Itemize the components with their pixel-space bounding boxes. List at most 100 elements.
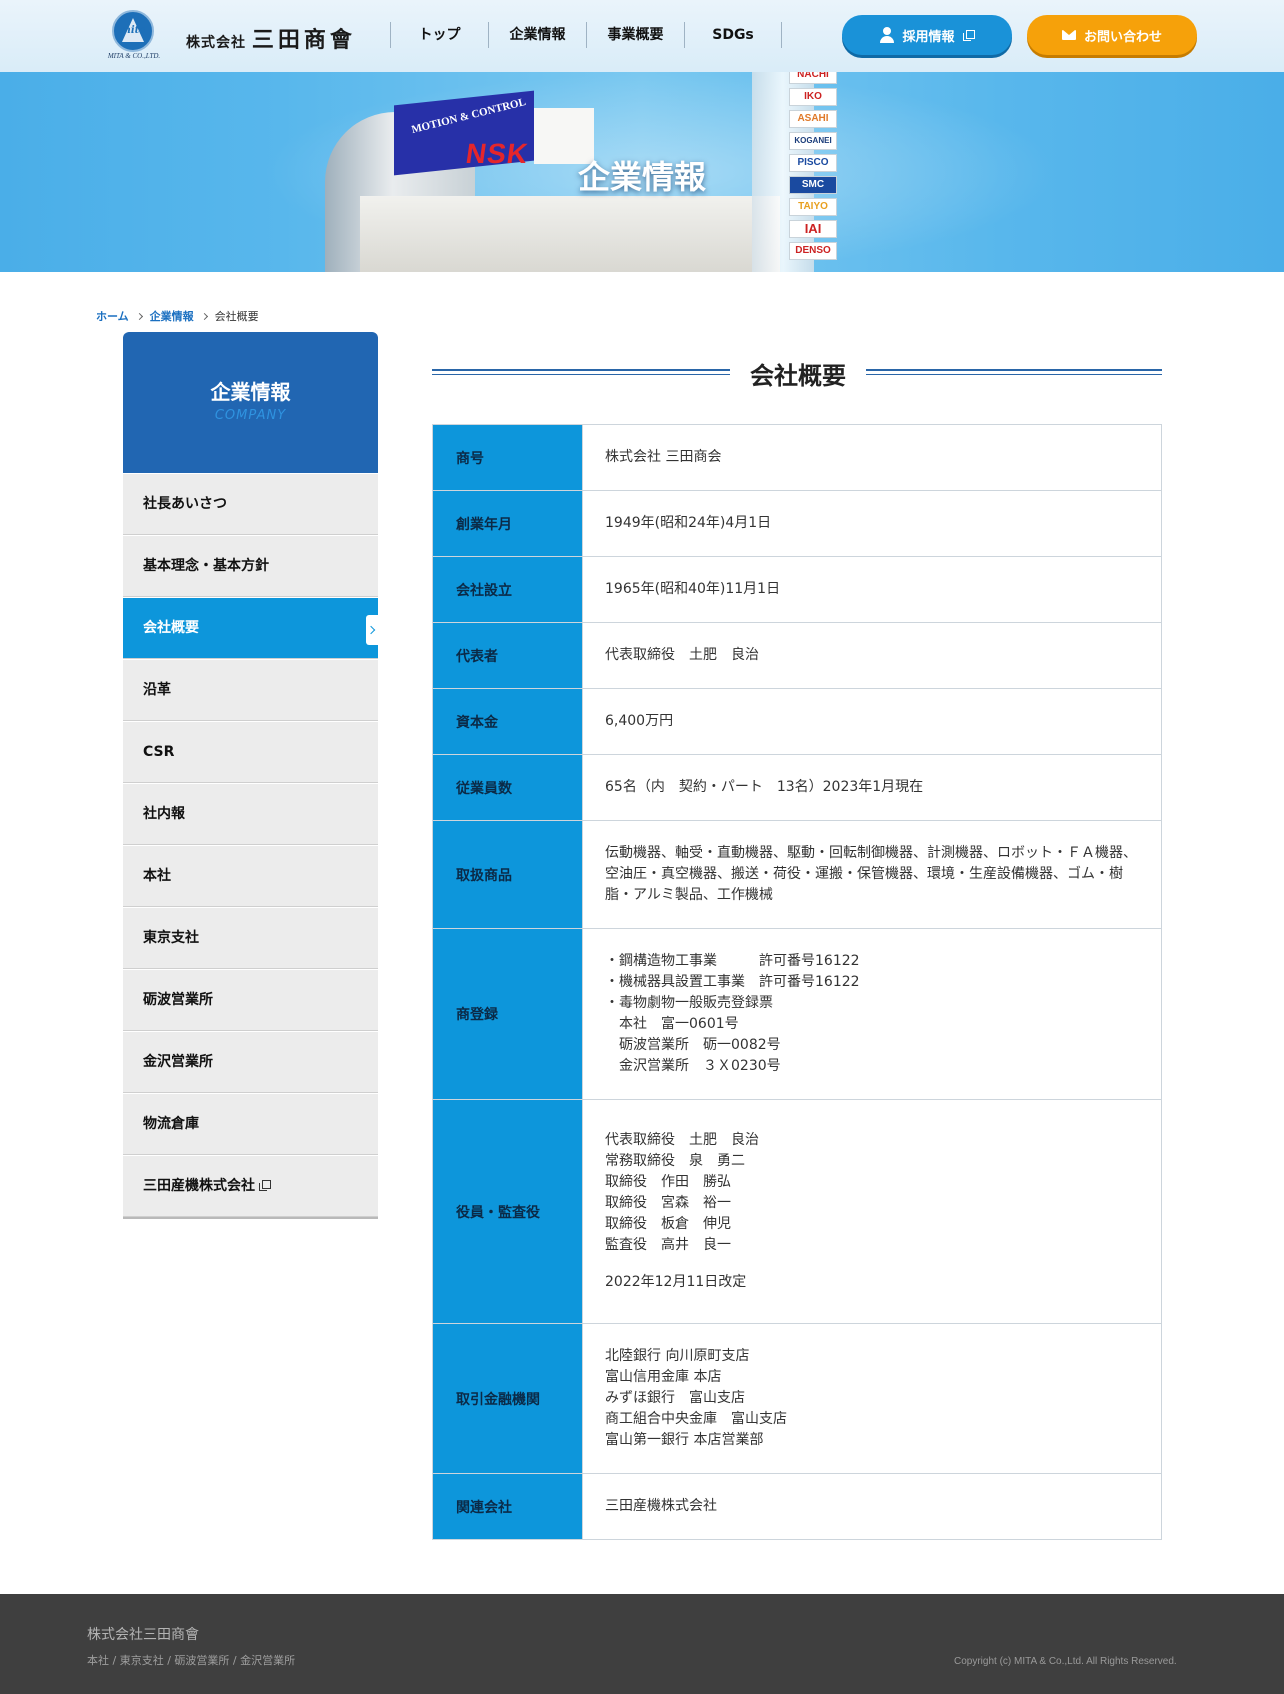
company-logo[interactable]: mita MITA & CO.,LTD. — [102, 10, 166, 62]
chevron-right-icon — [135, 312, 143, 320]
sidebar-item-newsletter[interactable]: 社内報 — [123, 783, 378, 845]
sidebar-item-mita-sanki[interactable]: 三田産機株式会社 — [123, 1155, 378, 1217]
row-label: 関連会社 — [432, 1473, 583, 1540]
company-name[interactable]: 株式会社 三田商會 — [186, 22, 356, 54]
row-label: 役員・監査役 — [432, 1099, 583, 1324]
table-row: 取扱商品 伝動機器、軸受・直動機器、駆動・回転制御機器、計測機器、ロボット・ＦＡ… — [432, 820, 1162, 929]
line-spacer — [605, 1256, 1139, 1272]
sidebar-item-label: 社内報 — [143, 806, 185, 822]
sidebar-item-label: 金沢営業所 — [143, 1054, 213, 1070]
pole-brand-plate: IKO — [789, 88, 837, 106]
heading-rule-left — [432, 369, 730, 375]
value-line: 取締役 宮森 裕一 — [605, 1195, 731, 1211]
contact-button[interactable]: お問い合わせ — [1027, 15, 1197, 55]
footer-links[interactable]: 本社 / 東京支社 / 砺波営業所 / 金沢営業所 — [87, 1652, 295, 1668]
table-row: 関連会社 三田産機株式会社 — [432, 1473, 1162, 1540]
footer-company-name: 株式会社三田商會 — [87, 1627, 199, 1643]
hero-title: 企業情報 — [577, 158, 706, 196]
nav-sdgs[interactable]: SDGs — [684, 22, 782, 48]
breadcrumb-parent[interactable]: 企業情報 — [150, 308, 194, 324]
sidebar-menu: 社長あいさつ 基本理念・基本方針 会社概要 沿革 CSR 社内報 本社 東京支社… — [123, 473, 378, 1219]
user-icon — [880, 27, 895, 43]
page-title: 会社概要 — [750, 362, 846, 390]
logo-emblem-icon: mita — [112, 10, 154, 52]
value-line: 代表取締役 土肥 良治 — [605, 1132, 759, 1148]
value-line: 監査役 高井 良一 — [605, 1237, 731, 1253]
sidebar-item-csr[interactable]: CSR — [123, 721, 378, 783]
sidebar-item-label: CSR — [143, 744, 175, 760]
table-row: 従業員数 65名（内 契約・パート 13名）2023年1月現在 — [432, 754, 1162, 821]
value-line: 脂・アルミ製品、工作機械 — [605, 887, 773, 903]
breadcrumb-home[interactable]: ホーム — [96, 308, 129, 324]
nav-business[interactable]: 事業概要 — [586, 22, 684, 48]
table-row: 会社設立 1965年(昭和40年)11月1日 — [432, 556, 1162, 623]
pole-brand-plate: NACHI — [789, 72, 837, 84]
row-label: 代表者 — [432, 622, 583, 689]
hero-banner: MOTION & CONTROL NSK NACHI IKO ASAHI KOG… — [0, 72, 1284, 272]
sidebar-item-label: 会社概要 — [143, 620, 199, 636]
value-line: 常務取締役 泉 勇二 — [605, 1153, 745, 1169]
value-line: 取締役 板倉 伸児 — [605, 1216, 731, 1232]
row-value: 株式会社 三田商会 — [582, 424, 1162, 491]
pole-brand-plate: KOGANEI — [789, 132, 837, 150]
value-line: 空油圧・真空機器、搬送・荷役・運搬・保管機器、環境・生産設備機器、ゴム・樹 — [605, 866, 1123, 882]
revision-note: 2022年12月11日改定 — [605, 1274, 747, 1290]
logo-emblem-text: mita — [120, 25, 146, 36]
value-line: 1949年(昭和24年)4月1日 — [605, 515, 772, 531]
sidebar-title: 企業情報 — [210, 380, 291, 404]
value-line: 本社 富一0601号 — [605, 1016, 739, 1032]
value-line: 株式会社 三田商会 — [605, 449, 722, 465]
row-value: 代表取締役 土肥 良治 常務取締役 泉 勇二 取締役 作田 勝弘 取締役 宮森 … — [582, 1099, 1162, 1324]
sidebar-item-tokyo-branch[interactable]: 東京支社 — [123, 907, 378, 969]
value-line: 北陸銀行 向川原町支店 — [605, 1348, 750, 1364]
sidebar-item-tonami-office[interactable]: 砺波営業所 — [123, 969, 378, 1031]
nav-company-info[interactable]: 企業情報 — [488, 22, 586, 48]
company-prefix: 株式会社 — [186, 35, 246, 51]
sidebar-item-history[interactable]: 沿革 — [123, 659, 378, 721]
sidebar-item-greeting[interactable]: 社長あいさつ — [123, 473, 378, 535]
row-label: 商登録 — [432, 928, 583, 1100]
pole-brand-plate: IAI — [789, 220, 837, 238]
sidebar-item-company-overview[interactable]: 会社概要 — [123, 597, 378, 659]
row-label: 会社設立 — [432, 556, 583, 623]
row-value: 三田産機株式会社 — [582, 1473, 1162, 1540]
value-line: 6,400万円 — [605, 713, 674, 729]
sidebar-item-label: 三田産機株式会社 — [143, 1178, 255, 1194]
value-line: 富山信用金庫 本店 — [605, 1369, 722, 1385]
sidebar-item-kanazawa-office[interactable]: 金沢営業所 — [123, 1031, 378, 1093]
value-line: 三田産機株式会社 — [605, 1498, 717, 1514]
row-value: 伝動機器、軸受・直動機器、駆動・回転制御機器、計測機器、ロボット・ＦＡ機器、 空… — [582, 820, 1162, 929]
row-label: 従業員数 — [432, 754, 583, 821]
row-value: 6,400万円 — [582, 688, 1162, 755]
table-row: 商号 株式会社 三田商会 — [432, 424, 1162, 491]
nav-top[interactable]: トップ — [390, 22, 488, 48]
company-name-main: 三田商會 — [251, 27, 356, 53]
recruit-button-label: 採用情報 — [902, 29, 955, 45]
logo-subtext: MITA & CO.,LTD. — [107, 52, 161, 60]
row-value: ・鋼構造物工事業 許可番号16122 ・機械器具設置工事業 許可番号16122 … — [582, 928, 1162, 1100]
chevron-right-icon — [366, 615, 378, 645]
recruit-button[interactable]: 採用情報 — [842, 15, 1012, 55]
value-line: 1965年(昭和40年)11月1日 — [605, 581, 781, 597]
row-value: 1965年(昭和40年)11月1日 — [582, 556, 1162, 623]
table-row: 取引金融機関 北陸銀行 向川原町支店 富山信用金庫 本店 みずほ銀行 富山支店 … — [432, 1323, 1162, 1474]
sidebar-item-head-office[interactable]: 本社 — [123, 845, 378, 907]
value-line: ・毒物劇物一般販売登録票 — [605, 995, 773, 1011]
value-line: 取締役 作田 勝弘 — [605, 1174, 731, 1190]
sidebar-item-warehouse[interactable]: 物流倉庫 — [123, 1093, 378, 1155]
company-overview-table: 商号 株式会社 三田商会 創業年月 1949年(昭和24年)4月1日 会社設立 … — [432, 424, 1162, 1540]
sidebar-subtitle: COMPANY — [214, 408, 287, 423]
breadcrumb: ホーム 企業情報 会社概要 — [96, 308, 259, 324]
row-label: 資本金 — [432, 688, 583, 755]
sidebar-item-philosophy[interactable]: 基本理念・基本方針 — [123, 535, 378, 597]
value-line: 伝動機器、軸受・直動機器、駆動・回転制御機器、計測機器、ロボット・ＦＡ機器、 — [605, 845, 1137, 861]
building-main — [360, 196, 780, 272]
row-value: 北陸銀行 向川原町支店 富山信用金庫 本店 みずほ銀行 富山支店 商工組合中央金… — [582, 1323, 1162, 1474]
value-line: ・機械器具設置工事業 許可番号16122 — [605, 974, 860, 990]
value-line: ・鋼構造物工事業 許可番号16122 — [605, 953, 860, 969]
row-value: 65名（内 契約・パート 13名）2023年1月現在 — [582, 754, 1162, 821]
breadcrumb-current: 会社概要 — [214, 310, 259, 323]
sidebar-item-label: 本社 — [143, 868, 171, 884]
value-line: 金沢営業所 ３Ｘ0230号 — [605, 1058, 781, 1074]
global-nav: トップ 企業情報 事業概要 SDGs — [390, 22, 782, 48]
